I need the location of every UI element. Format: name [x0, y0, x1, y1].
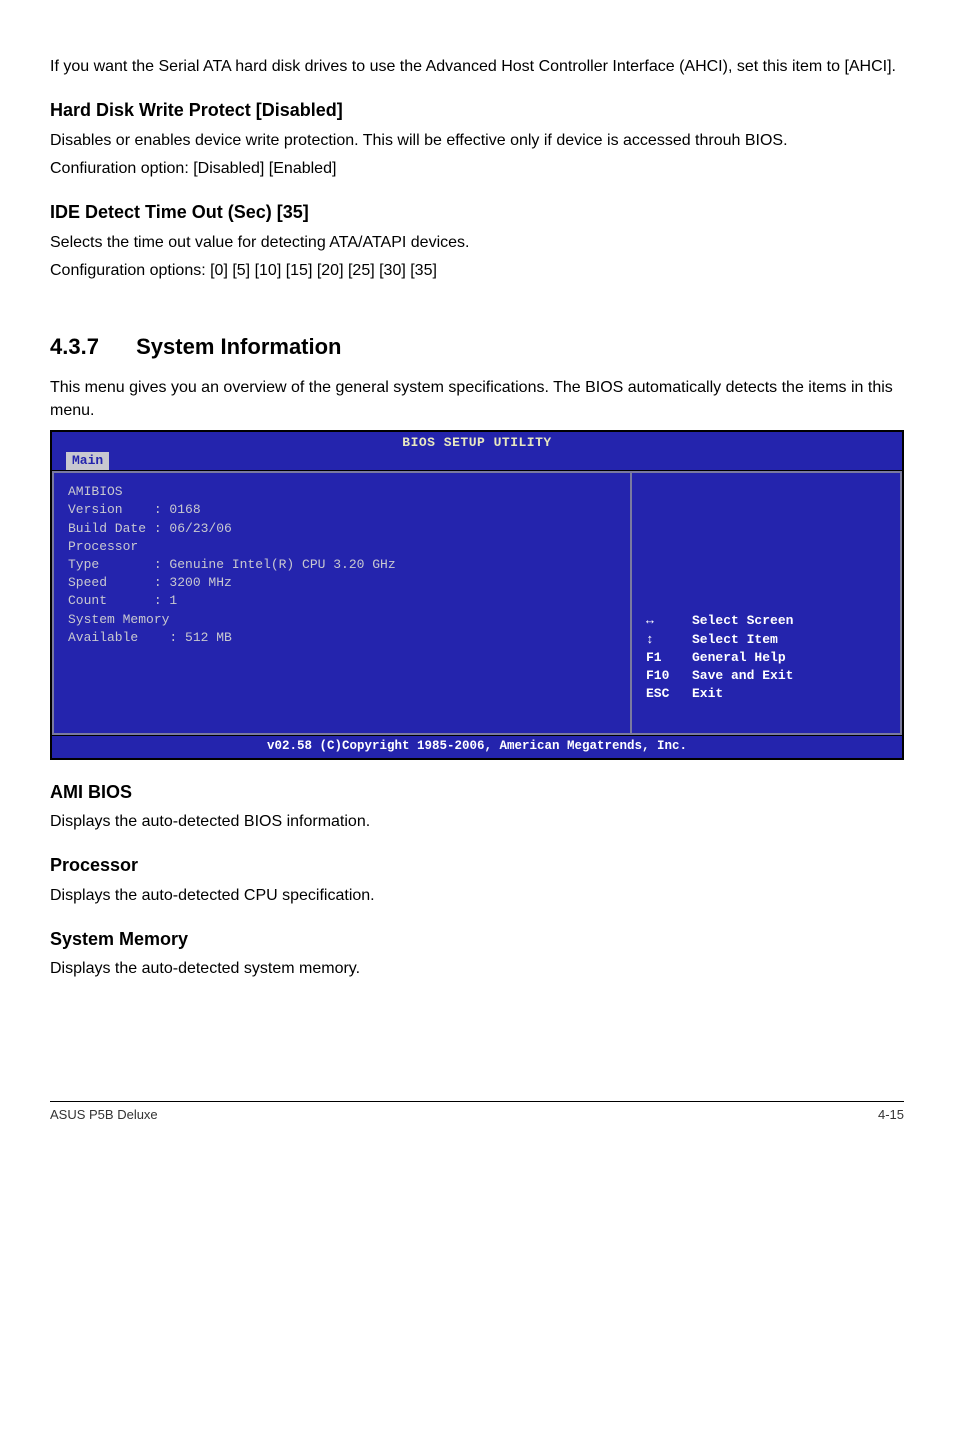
ide-detect-heading: IDE Detect Time Out (Sec) [35] [50, 200, 904, 225]
bios-line: Available : 512 MB [68, 629, 616, 647]
bios-line: Speed : 3200 MHz [68, 574, 616, 592]
bios-line: Processor [68, 538, 616, 556]
key-f1: F1 [646, 649, 692, 667]
hard-disk-write-protect-desc: Disables or enables device write protect… [50, 130, 904, 152]
help-general-help: General Help [692, 649, 786, 667]
processor-text: Displays the auto-detected CPU specifica… [50, 885, 904, 907]
processor-heading: Processor [50, 853, 904, 878]
bios-line: System Memory [68, 611, 616, 629]
ami-bios-text: Displays the auto-detected BIOS informat… [50, 811, 904, 833]
ami-bios-heading: AMI BIOS [50, 780, 904, 805]
arrows-horizontal-icon: ↔ [646, 612, 692, 630]
bios-main-tab: Main [66, 452, 109, 470]
footer-product: ASUS P5B Deluxe [50, 1106, 158, 1124]
key-esc: ESC [646, 685, 692, 703]
section-number: 4.3.7 [50, 332, 130, 363]
section-title: System Information [136, 334, 341, 359]
intro-paragraph: If you want the Serial ATA hard disk dri… [50, 56, 904, 78]
system-info-intro: This menu gives you an overview of the g… [50, 377, 904, 422]
bios-line: AMIBIOS [68, 483, 616, 501]
hard-disk-write-protect-options: Confiuration option: [Disabled] [Enabled… [50, 158, 904, 180]
footer-page-number: 4-15 [878, 1106, 904, 1124]
bios-copyright-footer: v02.58 (C)Copyright 1985-2006, American … [52, 735, 902, 758]
ide-detect-desc: Selects the time out value for detecting… [50, 232, 904, 254]
help-select-item: Select Item [692, 631, 778, 649]
bios-line: Count : 1 [68, 592, 616, 610]
system-memory-text: Displays the auto-detected system memory… [50, 958, 904, 980]
help-exit: Exit [692, 685, 723, 703]
bios-setup-screenshot: BIOS SETUP UTILITY Main AMIBIOS Version … [50, 430, 904, 760]
hard-disk-write-protect-heading: Hard Disk Write Protect [Disabled] [50, 98, 904, 123]
bios-line: Build Date : 06/23/06 [68, 520, 616, 538]
bios-line: Version : 0168 [68, 501, 616, 519]
help-select-screen: Select Screen [692, 612, 793, 630]
arrows-vertical-icon: ↕ [646, 631, 692, 649]
page-footer: ASUS P5B Deluxe 4-15 [50, 1101, 904, 1124]
bios-title: BIOS SETUP UTILITY [52, 432, 902, 452]
key-f10: F10 [646, 667, 692, 685]
bios-left-panel: AMIBIOS Version : 0168 Build Date : 06/2… [52, 471, 630, 735]
bios-right-panel: ↔ Select Screen ↕ Select Item F1 General… [630, 471, 902, 735]
help-save-exit: Save and Exit [692, 667, 793, 685]
section-4-3-7-heading: 4.3.7 System Information [50, 332, 904, 363]
bios-line: Type : Genuine Intel(R) CPU 3.20 GHz [68, 556, 616, 574]
system-memory-heading: System Memory [50, 927, 904, 952]
bios-help-block: ↔ Select Screen ↕ Select Item F1 General… [646, 612, 890, 703]
ide-detect-options: Configuration options: [0] [5] [10] [15]… [50, 260, 904, 282]
